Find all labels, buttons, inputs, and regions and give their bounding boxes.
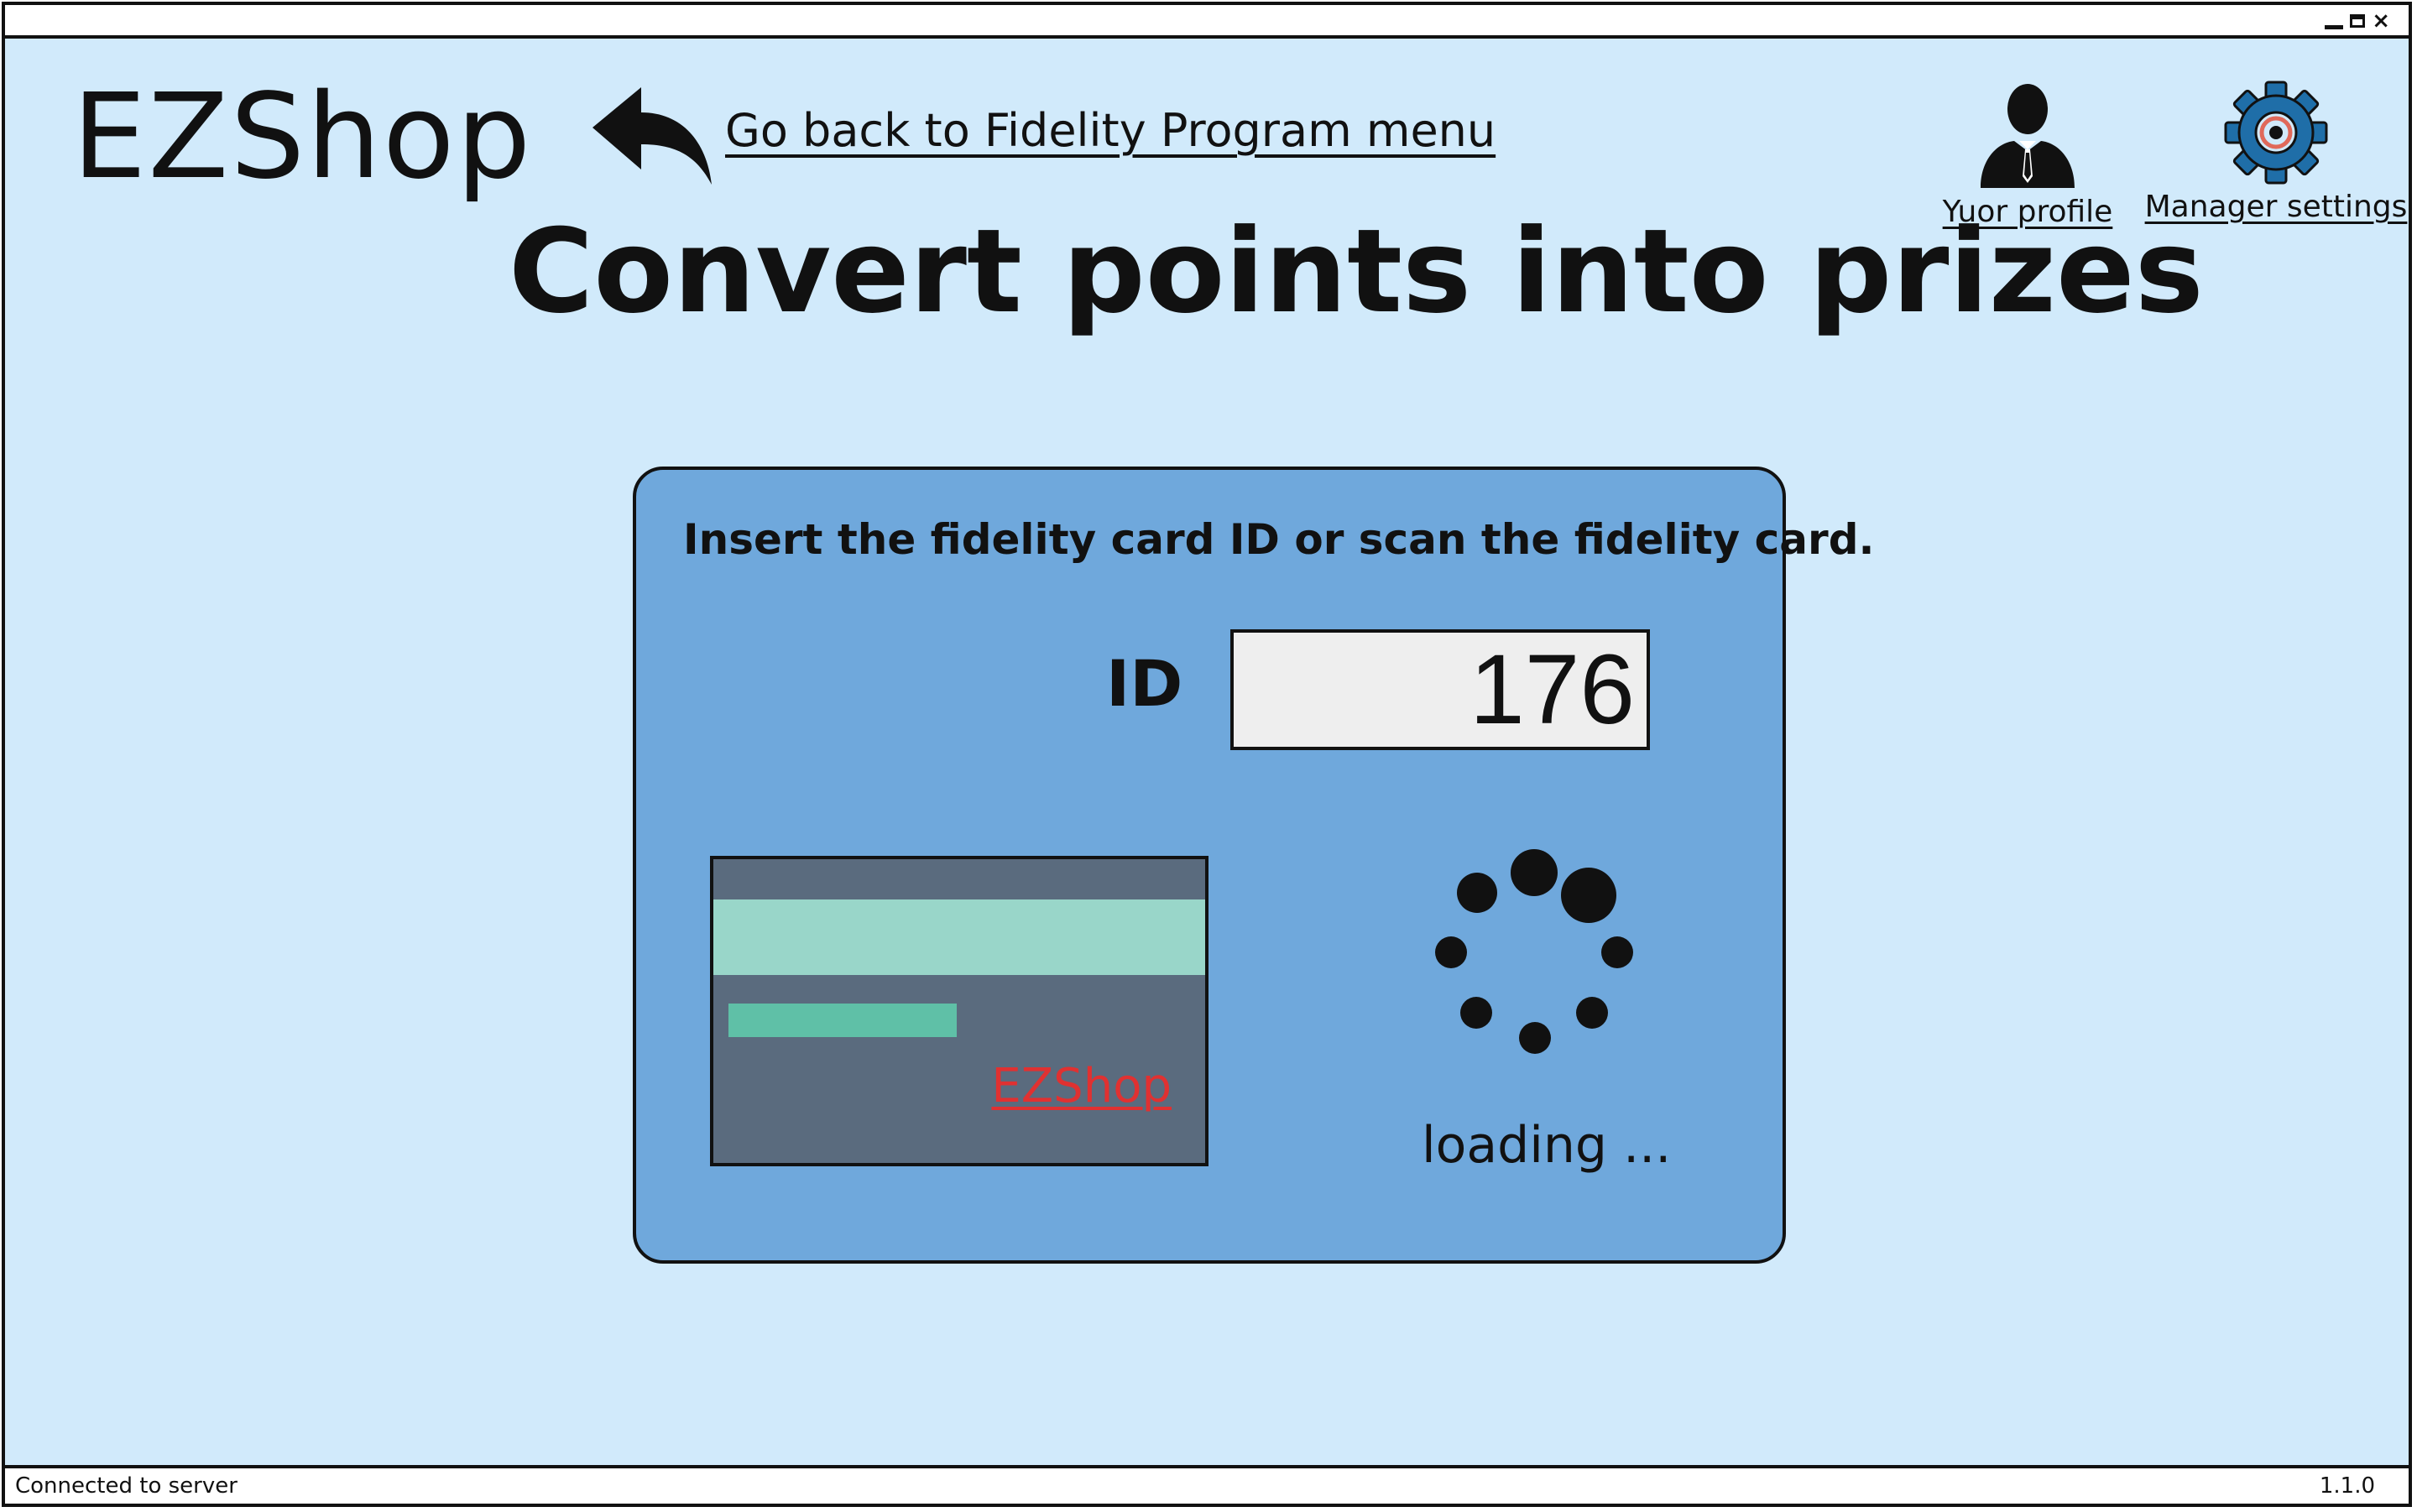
app-window: × EZShop Go back to Fidelity Program men… <box>2 2 2412 1507</box>
manager-settings-button[interactable]: Manager settings <box>2142 81 2410 224</box>
maximize-icon[interactable] <box>2350 14 2366 28</box>
loading-text: loading ... <box>1422 1116 1672 1175</box>
app-version: 1.1.0 <box>2319 1473 2375 1499</box>
fidelity-card-image: EZShop <box>710 856 1208 1166</box>
card-brand-logo: EZShop <box>991 1059 1172 1113</box>
card-chip-bar <box>728 1004 957 1037</box>
close-icon[interactable]: × <box>2372 10 2390 32</box>
title-bar: × <box>5 5 2409 39</box>
window-controls: × <box>2325 10 2390 32</box>
spinner-dot <box>1519 1022 1551 1054</box>
minimize-icon[interactable] <box>2325 24 2344 29</box>
spinner-dot <box>1601 936 1633 968</box>
spinner-dot <box>1435 936 1467 968</box>
loading-spinner-icon <box>1425 849 1643 1076</box>
page-title: Convert points into prizes <box>509 204 2204 339</box>
spinner-dot <box>1457 873 1497 913</box>
app-logo: EZShop <box>72 69 533 206</box>
spinner-dot <box>1511 849 1558 896</box>
card-id-input[interactable] <box>1230 629 1650 750</box>
instruction-text: Insert the fidelity card ID or scan the … <box>683 515 1875 564</box>
spinner-dot <box>1460 997 1492 1029</box>
back-arrow-icon[interactable] <box>589 82 713 186</box>
id-label: ID <box>1106 646 1183 721</box>
connection-status: Connected to server <box>15 1473 238 1499</box>
gear-icon <box>2224 81 2328 185</box>
status-bar: Connected to server 1.1.0 <box>5 1465 2409 1504</box>
spinner-dot <box>1561 868 1616 923</box>
user-profile-icon <box>1981 84 2075 188</box>
back-to-fidelity-menu-link[interactable]: Go back to Fidelity Program menu <box>725 104 1496 157</box>
card-magnetic-stripe <box>713 899 1205 975</box>
spinner-dot <box>1576 997 1608 1029</box>
fidelity-card-panel: Insert the fidelity card ID or scan the … <box>633 467 1874 1264</box>
